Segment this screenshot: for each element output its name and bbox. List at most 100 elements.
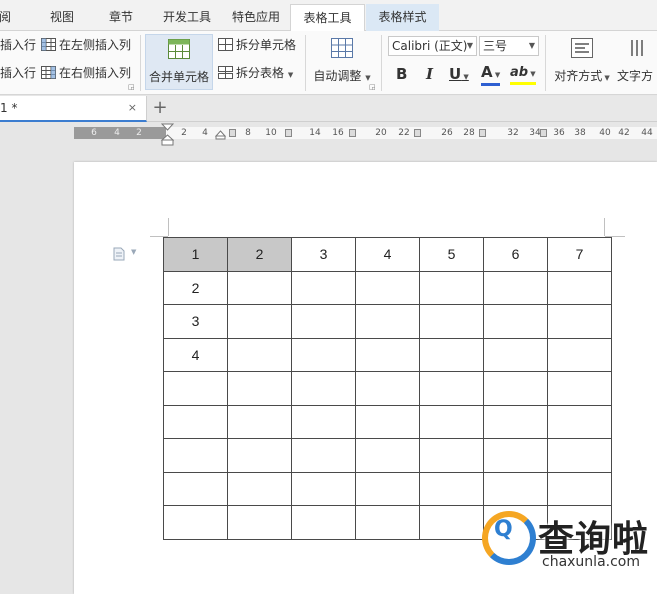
table-cell[interactable]: [419, 270, 484, 305]
column-marker[interactable]: [229, 129, 236, 137]
table-cell[interactable]: [227, 304, 292, 339]
tab-view[interactable]: 视图: [44, 4, 80, 31]
column-marker[interactable]: [414, 129, 421, 137]
table-cell[interactable]: [227, 371, 292, 406]
table-cell[interactable]: [163, 371, 228, 406]
tab-developer[interactable]: 开发工具: [160, 4, 214, 31]
table-cell[interactable]: [419, 304, 484, 339]
font-size-select[interactable]: 三号 ▼: [479, 36, 539, 56]
group-launcher-icon[interactable]: ◲: [128, 83, 135, 91]
table-cell[interactable]: [291, 505, 356, 540]
column-marker[interactable]: [285, 129, 292, 137]
auto-fit-button[interactable]: 自动调整 ▼: [311, 34, 373, 90]
table-cell[interactable]: [291, 337, 356, 372]
table-cell[interactable]: [163, 438, 228, 473]
bold-button[interactable]: B: [396, 65, 407, 83]
group-launcher-icon[interactable]: ◲: [369, 83, 376, 91]
table-cell[interactable]: [483, 337, 548, 372]
table-cell[interactable]: [419, 505, 484, 540]
table-cell[interactable]: [355, 404, 420, 439]
table-cell[interactable]: [163, 471, 228, 506]
table-cell[interactable]: [419, 404, 484, 439]
indent-marker-icon[interactable]: [161, 123, 174, 147]
table-cell[interactable]: [291, 404, 356, 439]
table-cell[interactable]: [355, 438, 420, 473]
tab-table-style[interactable]: 表格样式: [366, 4, 439, 31]
table-cell[interactable]: [547, 471, 612, 506]
font-name-select[interactable]: Calibri (正文) ▼: [388, 36, 477, 56]
table-cell[interactable]: [419, 337, 484, 372]
table-cell[interactable]: [483, 438, 548, 473]
insert-row-above-button[interactable]: 插入行: [0, 37, 36, 53]
table-cell[interactable]: [227, 337, 292, 372]
insert-col-right-button[interactable]: 在右侧插入列: [41, 65, 131, 81]
table-cell[interactable]: [355, 270, 420, 305]
table-cell[interactable]: [547, 337, 612, 372]
table-cell[interactable]: [355, 471, 420, 506]
chevron-down-icon[interactable]: ▼: [131, 248, 136, 256]
column-marker[interactable]: [349, 129, 356, 137]
table-cell[interactable]: [163, 505, 228, 540]
table-cell[interactable]: [291, 471, 356, 506]
merge-cells-button[interactable]: 合并单元格: [145, 34, 213, 90]
new-tab-button[interactable]: +: [151, 96, 169, 122]
table-cell[interactable]: [163, 404, 228, 439]
table-cell[interactable]: [419, 438, 484, 473]
table-cell[interactable]: 4: [163, 337, 228, 372]
table-cell[interactable]: [419, 471, 484, 506]
column-marker[interactable]: [479, 129, 486, 137]
table-cell[interactable]: [483, 304, 548, 339]
table-cell[interactable]: 5: [419, 237, 484, 272]
table-cell[interactable]: 6: [483, 237, 548, 272]
table-cell[interactable]: 7: [547, 237, 612, 272]
column-marker[interactable]: [540, 129, 547, 137]
table-cell[interactable]: [547, 438, 612, 473]
table-cell[interactable]: 2: [227, 237, 292, 272]
table-cell[interactable]: [355, 371, 420, 406]
table-cell[interactable]: 2: [163, 270, 228, 305]
align-button[interactable]: 对齐方式 ▼: [551, 34, 613, 90]
split-cells-button[interactable]: 拆分单元格: [218, 37, 296, 53]
table-cell[interactable]: [483, 404, 548, 439]
table-cell[interactable]: 1: [163, 237, 228, 272]
table-cell[interactable]: [291, 270, 356, 305]
document-table[interactable]: 1234567234: [163, 237, 612, 540]
text-direction-button[interactable]: 文字方: [617, 34, 657, 90]
right-indent-marker-icon[interactable]: [215, 130, 226, 140]
italic-button[interactable]: I: [426, 65, 433, 83]
table-cell[interactable]: 3: [163, 304, 228, 339]
table-cell[interactable]: [291, 371, 356, 406]
table-cell[interactable]: [227, 404, 292, 439]
table-cell[interactable]: [355, 304, 420, 339]
table-cell[interactable]: [227, 505, 292, 540]
font-color-button[interactable]: A ▼: [481, 65, 501, 86]
tab-chapter[interactable]: 章节: [106, 4, 136, 31]
tab-special[interactable]: 特色应用: [229, 4, 283, 31]
table-cell[interactable]: [547, 404, 612, 439]
split-table-button[interactable]: 拆分表格 ▼: [218, 65, 293, 83]
table-cell[interactable]: [227, 270, 292, 305]
table-cell[interactable]: [291, 304, 356, 339]
table-cell[interactable]: [227, 438, 292, 473]
table-cell[interactable]: [547, 270, 612, 305]
table-cell[interactable]: [227, 471, 292, 506]
table-cell[interactable]: [355, 505, 420, 540]
table-cell[interactable]: [355, 337, 420, 372]
table-cell[interactable]: [483, 270, 548, 305]
table-cell[interactable]: [547, 371, 612, 406]
table-cell[interactable]: [483, 371, 548, 406]
table-cell[interactable]: [483, 471, 548, 506]
underline-button[interactable]: U ▼: [449, 65, 469, 83]
highlight-button[interactable]: ab ▼: [510, 65, 536, 85]
table-cell[interactable]: [291, 438, 356, 473]
document-tab[interactable]: 1 * ×: [0, 96, 147, 122]
insert-row-below-button[interactable]: 插入行: [0, 65, 36, 81]
close-icon[interactable]: ×: [128, 96, 137, 120]
table-cell[interactable]: 3: [291, 237, 356, 272]
table-cell[interactable]: [419, 371, 484, 406]
tab-table-tools[interactable]: 表格工具: [290, 4, 365, 32]
tab-review[interactable]: 阅: [0, 4, 14, 31]
paragraph-icon[interactable]: [113, 247, 125, 261]
table-cell[interactable]: [547, 304, 612, 339]
table-cell[interactable]: 4: [355, 237, 420, 272]
